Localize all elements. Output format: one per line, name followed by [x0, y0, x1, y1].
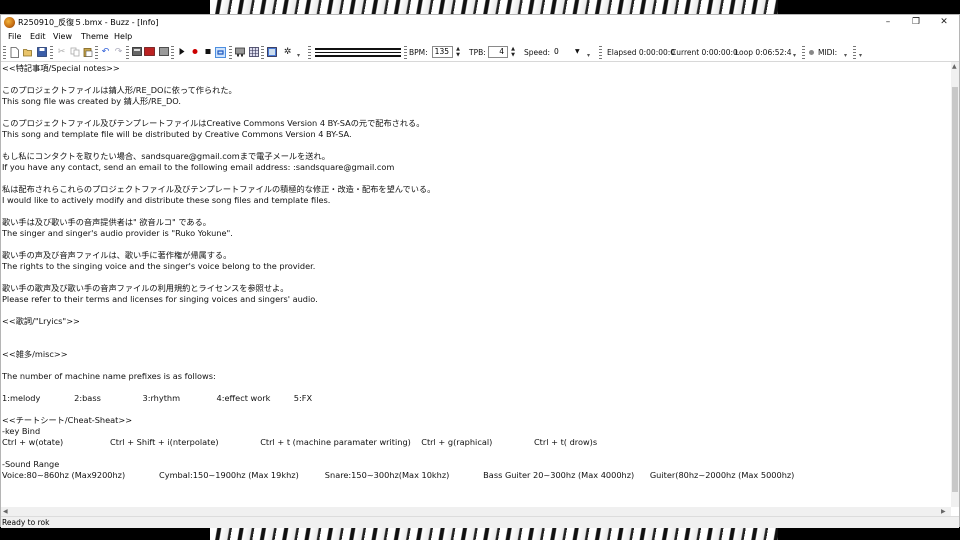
menu-edit[interactable]: Edit	[30, 30, 46, 44]
menu-help[interactable]: Help	[114, 30, 132, 44]
text-line: もし私にコンタクトを取りたい場合、sandsquare@gmail.comまで電…	[2, 151, 330, 161]
text-line: This song and template file will be dist…	[2, 129, 352, 139]
record-icon[interactable]	[189, 47, 200, 58]
text-line: If you have any contact, send an email t…	[2, 162, 395, 172]
desktop-background-top	[0, 0, 960, 15]
loop-time: Loop 0:06:52:4	[735, 48, 792, 57]
toolbar-grip[interactable]	[171, 46, 174, 59]
status-text: Ready to rok	[2, 518, 50, 527]
status-bar: Ready to rok	[1, 516, 959, 528]
cut-icon[interactable]: ✂	[56, 47, 67, 58]
text-line: The rights to the singing voice and the …	[2, 261, 316, 271]
save-icon[interactable]	[36, 47, 47, 58]
text-line: 歌い手は及び歌い手の音声提供者は" 欲音ルコ" である。	[2, 217, 211, 227]
buzz-app-icon[interactable]	[4, 17, 15, 28]
play-icon[interactable]	[176, 47, 187, 58]
text-line: -key Bind	[2, 426, 41, 436]
elapsed-time: Elapsed 0:00:00:0	[607, 48, 676, 57]
text-line: Please refer to their terms and licenses…	[2, 294, 318, 304]
open-icon[interactable]	[22, 47, 33, 58]
desktop-background-bottom	[0, 526, 960, 540]
current-time: Current 0:00:00:0	[671, 48, 738, 57]
speed-dropdown-arrow[interactable]: ▼	[575, 46, 580, 57]
toolbar: ✂ ↶ ↷ ✲ ▾ BPM: 135 ▲ ▼ TPB: 4 ▲ ▼ Speed:…	[1, 44, 959, 62]
text-line: このプロジェクトファイルは錆人形/RE_DOに依って作られた。	[2, 85, 237, 95]
grid-icon[interactable]	[248, 47, 259, 58]
minimize-button[interactable]: –	[874, 15, 902, 30]
text-line: <<雑多/misc>>	[2, 349, 68, 359]
toolbar-grip[interactable]	[599, 46, 602, 59]
mixer-icon[interactable]	[234, 47, 245, 58]
bpm-input[interactable]: 135	[432, 46, 453, 58]
info-icon[interactable]	[266, 47, 277, 58]
sequence-view-icon[interactable]	[158, 47, 169, 58]
bpm-stepper[interactable]: ▲ ▼	[454, 46, 462, 58]
text-line: 歌い手の歌声及び歌い手の音声ファイルの利用規約とライセンスを参照せよ。	[2, 283, 289, 293]
text-line: This song file was created by 錆人形/RE_DO.	[2, 96, 181, 106]
menu-theme[interactable]: Theme	[81, 30, 109, 44]
tpb-label: TPB:	[469, 48, 486, 57]
text-line: Voice:80~860hz (Max9200hz) Cymbal:150~19…	[2, 470, 795, 480]
toolbar-grip[interactable]	[3, 46, 6, 59]
bpm-label: BPM:	[409, 48, 428, 57]
scroll-up-arrow-icon[interactable]: ▲	[952, 63, 957, 71]
midi-indicator-icon	[809, 50, 814, 55]
close-button[interactable]: ✕	[930, 15, 958, 30]
tpb-input[interactable]: 4	[488, 46, 508, 58]
text-line: <<チートシート/Cheat-Sheat>>	[2, 415, 133, 425]
text-line: Ctrl + w(otate) Ctrl + Shift + i(nterpol…	[2, 437, 598, 447]
text-line: <<特記事項/Special notes>>	[2, 63, 120, 73]
text-line: <<歌詞/"Lryics">>	[2, 316, 80, 326]
speed-label: Speed:	[524, 48, 551, 57]
toolbar-dropdown-arrow[interactable]: ▾	[297, 53, 302, 59]
scroll-left-arrow-icon[interactable]: ◀	[3, 508, 8, 516]
toolbar-grip[interactable]	[261, 46, 264, 59]
master-volume-meter[interactable]	[315, 48, 401, 57]
buzz-window: R250910_反復５.bmx - Buzz - [Info] – ❐ ✕ Fi…	[0, 14, 960, 528]
text-line: 私は配布されらこれらのプロジェクトファイル及びテンプレートファイルの積極的な修正…	[2, 184, 436, 194]
cpu-icon[interactable]: ✲	[282, 47, 293, 58]
toolbar-grip[interactable]	[126, 46, 129, 59]
text-line: -Sound Range	[2, 459, 60, 469]
toolbar-grip[interactable]	[853, 46, 856, 59]
maximize-button[interactable]: ❐	[902, 15, 930, 30]
menu-file[interactable]: File	[8, 30, 21, 44]
toolbar-grip[interactable]	[802, 46, 805, 59]
midi-label: MIDI:	[818, 48, 838, 57]
toolbar-grip[interactable]	[229, 46, 232, 59]
text-line: The number of machine name prefixes is a…	[2, 371, 216, 381]
text-line: 歌い手の声及び音声ファイルは、歌い手に著作権が帰属する。	[2, 250, 232, 260]
toolbar-dropdown-arrow[interactable]: ▾	[859, 53, 864, 59]
toolbar-dropdown-arrow[interactable]: ▾	[793, 53, 798, 59]
toolbar-grip[interactable]	[95, 46, 98, 59]
tpb-stepper[interactable]: ▲ ▼	[509, 46, 517, 58]
title-bar: R250910_反復５.bmx - Buzz - [Info] – ❐ ✕	[1, 15, 959, 30]
new-icon[interactable]	[9, 47, 20, 58]
toolbar-grip[interactable]	[404, 46, 407, 59]
vertical-scroll-thumb[interactable]	[952, 87, 958, 492]
info-text-editor[interactable]: <<特記事項/Special notes>> このプロジェクトファイルは錆人形/…	[1, 62, 951, 507]
undo-icon[interactable]: ↶	[100, 47, 111, 58]
text-line: I would like to actively modify and dist…	[2, 195, 331, 205]
toolbar-grip[interactable]	[308, 46, 311, 59]
text-line: このプロジェクトファイル及びテンプレートファイルはCreative Common…	[2, 118, 425, 128]
vertical-scrollbar[interactable]: ▲	[951, 62, 959, 507]
stop-icon[interactable]	[202, 47, 213, 58]
menu-view[interactable]: View	[53, 30, 72, 44]
copy-icon[interactable]	[69, 47, 80, 58]
paste-icon[interactable]	[82, 47, 93, 58]
scroll-right-arrow-icon[interactable]: ▶	[941, 508, 946, 516]
pattern-view-icon[interactable]	[144, 47, 155, 58]
midi-dropdown-arrow[interactable]: ▾	[844, 53, 849, 59]
toolbar-dropdown-arrow[interactable]: ▾	[587, 53, 592, 59]
loop-icon[interactable]	[215, 47, 226, 58]
text-line: The singer and singer's audio provider i…	[2, 228, 233, 238]
machine-view-icon[interactable]	[131, 47, 142, 58]
text-line: 1:melody 2:bass 3:rhythm 4:effect work 5…	[2, 393, 313, 403]
menu-bar: File Edit View Theme Help	[1, 30, 959, 44]
toolbar-grip[interactable]	[50, 46, 53, 59]
window-title: R250910_反復５.bmx - Buzz - [Info]	[18, 18, 159, 27]
redo-icon[interactable]: ↷	[113, 47, 124, 58]
